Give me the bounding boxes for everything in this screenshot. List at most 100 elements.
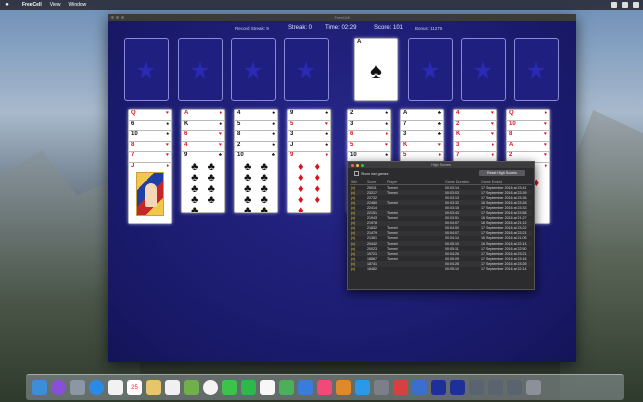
card-rank: 9 xyxy=(290,110,294,116)
suit-icon: ♠ xyxy=(166,131,169,137)
mail-icon[interactable] xyxy=(108,380,123,395)
suit-icon: ♦ xyxy=(166,162,169,169)
suit-icon: ♦ xyxy=(544,162,547,169)
table-cell: 16 September 2016 at 21:05 xyxy=(481,236,527,241)
high-scores-table: Win Score Player Game Duration Game Ende… xyxy=(350,179,532,272)
minimized-window-1[interactable] xyxy=(469,380,484,395)
menu-app-name[interactable]: FreeCell xyxy=(22,2,42,8)
table-cell: 17 September 2016 at 23:58 xyxy=(480,210,532,216)
status-icons xyxy=(611,2,639,8)
card-rank: 7 xyxy=(456,152,460,158)
system-preferences-icon[interactable] xyxy=(374,380,389,395)
suit-icon: ♥ xyxy=(166,152,169,158)
suit-icon: ♥ xyxy=(438,141,441,148)
app-store-icon[interactable] xyxy=(355,380,370,395)
ibooks-icon[interactable] xyxy=(336,380,351,395)
foundation-2[interactable] xyxy=(408,38,453,101)
foundation-4[interactable] xyxy=(514,38,559,101)
freecell-icon[interactable] xyxy=(431,380,446,395)
photos-icon[interactable] xyxy=(203,380,218,395)
trash-icon[interactable] xyxy=(526,380,541,395)
suit-icon: ♠ xyxy=(272,141,275,148)
free-cell-4[interactable] xyxy=(284,38,329,101)
finder-icon[interactable] xyxy=(32,380,47,395)
suit-icon: ♦ xyxy=(544,110,547,116)
itunes-icon[interactable] xyxy=(317,380,332,395)
foundation-1-card[interactable]: A ♠ xyxy=(354,38,398,101)
suit-icon: ♥ xyxy=(491,131,494,137)
calendar-icon[interactable]: 25 xyxy=(127,380,142,395)
card-rank: 8 xyxy=(131,141,135,148)
dialog-minimize-button[interactable] xyxy=(356,163,359,167)
apple-menu-icon[interactable]: ● xyxy=(0,2,14,8)
card-rank: 6 xyxy=(184,131,188,137)
card-rank: 3 xyxy=(403,131,407,137)
siri-icon[interactable] xyxy=(622,2,628,8)
launchpad-icon[interactable] xyxy=(70,380,85,395)
suit-icon: ♠ xyxy=(325,131,328,137)
table-cell xyxy=(386,267,444,272)
card[interactable]: 9 ♦ ♦ ♦ ♦ ♦ ♦ ♦ ♦ ♦ ♦ xyxy=(287,151,331,213)
notes-icon[interactable] xyxy=(146,380,161,395)
freecell-alt-icon[interactable] xyxy=(450,380,465,395)
reset-high-scores-button[interactable]: Reset High Scores xyxy=(479,170,525,176)
dialog-close-button[interactable] xyxy=(351,163,354,167)
facetime-icon[interactable] xyxy=(241,380,256,395)
notification-center-icon[interactable] xyxy=(633,2,639,8)
reminders-icon[interactable] xyxy=(165,380,180,395)
star-icon xyxy=(474,61,492,79)
card-rank: 5 xyxy=(237,120,241,127)
table-cell: 16 September 2016 at 21:12 xyxy=(480,220,532,226)
suit-icon: ♠ xyxy=(219,120,222,127)
card-rank: K xyxy=(184,120,189,127)
menu-bar: ● FreeCell View Window xyxy=(0,0,643,10)
card-rank: 9 xyxy=(184,152,188,158)
foundation-3[interactable] xyxy=(461,38,506,101)
card-pips: ♣ ♣ ♣ ♣ ♣ ♣ ♣ ♣ ♣ ♣ xyxy=(244,161,268,213)
numbers-icon[interactable] xyxy=(279,380,294,395)
face-card-art xyxy=(136,171,164,216)
star-icon xyxy=(244,61,262,79)
suit-icon: ♥ xyxy=(219,141,222,148)
suit-icon: ♦ xyxy=(325,152,328,158)
suit-icon: ♥ xyxy=(544,131,547,137)
free-cell-2[interactable] xyxy=(178,38,223,101)
suit-icon: ♥ xyxy=(219,131,222,137)
card-rank: 2 xyxy=(456,120,460,127)
rocket-icon[interactable] xyxy=(393,380,408,395)
menu-view[interactable]: View xyxy=(50,2,61,8)
menu-window[interactable]: Window xyxy=(68,2,86,8)
star-icon xyxy=(137,61,155,79)
suit-icon: ♦ xyxy=(219,110,222,116)
maps-icon[interactable] xyxy=(184,380,199,395)
table-cell: 00:05:10 xyxy=(445,267,459,272)
card[interactable]: J ♦ xyxy=(128,161,172,224)
star-icon xyxy=(297,61,315,79)
free-cell-1[interactable] xyxy=(124,38,169,101)
safari-icon[interactable] xyxy=(89,380,104,395)
card-rank: 4 xyxy=(184,141,188,148)
suit-icon: ♠ xyxy=(325,141,328,148)
suit-icon: ♦ xyxy=(491,141,494,148)
show-lost-games-checkbox[interactable]: Show lost games xyxy=(354,171,388,176)
messages-icon[interactable] xyxy=(222,380,237,395)
search-icon[interactable] xyxy=(611,2,617,8)
minimized-window-2[interactable] xyxy=(488,380,503,395)
suit-icon: ♥ xyxy=(325,120,328,127)
card-rank: 2 xyxy=(509,152,513,158)
table-cell: 17 September 2016 at 23:21 xyxy=(480,230,532,236)
card-pips: ♦ ♦ ♦ ♦ ♦ ♦ ♦ ♦ ♦ xyxy=(297,161,321,213)
minimized-window-3[interactable] xyxy=(507,380,522,395)
free-cell-3[interactable] xyxy=(231,38,276,101)
pages-icon[interactable] xyxy=(260,380,275,395)
suit-icon: ♠ xyxy=(272,131,275,137)
suit-icon: ♥ xyxy=(166,110,169,116)
card-rank: J xyxy=(131,162,135,169)
card[interactable]: 9 ♣ ♣ ♣ ♣ ♣ ♣ ♣ ♣ ♣ ♣ xyxy=(181,151,225,213)
card[interactable]: 10 ♣ ♣ ♣ ♣ ♣ ♣ ♣ ♣ ♣ ♣ ♣ xyxy=(234,151,278,213)
table-row[interactable]: (x) 18482 00:05:10 17 September 2016 at 22:… xyxy=(350,267,532,272)
xcode-icon[interactable] xyxy=(412,380,427,395)
siri-dock-icon[interactable] xyxy=(51,380,66,395)
dialog-zoom-button[interactable] xyxy=(361,163,364,167)
keynote-icon[interactable] xyxy=(298,380,313,395)
